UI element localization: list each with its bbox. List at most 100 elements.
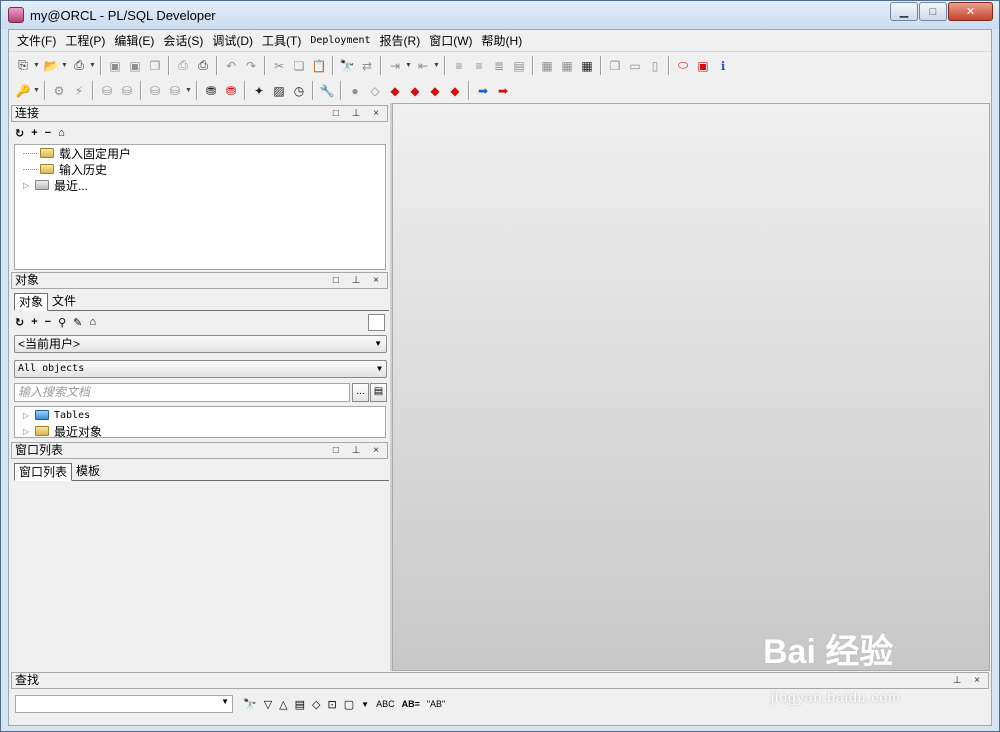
menu-help[interactable]: 帮助(H): [482, 32, 523, 49]
format-icon[interactable]: ≣: [489, 56, 509, 76]
tile-h-icon[interactable]: ▭: [625, 56, 645, 76]
find-icon[interactable]: ⚲: [58, 316, 66, 329]
arrow-right-icon[interactable]: ➡: [473, 81, 493, 101]
case-sensitive-icon[interactable]: ABC: [376, 699, 395, 709]
highlight-icon[interactable]: ▤: [295, 698, 305, 711]
find-next-icon[interactable]: ▽: [264, 698, 272, 711]
object-search-input[interactable]: 输入搜索文档: [14, 383, 350, 402]
eraser-icon[interactable]: ◇: [312, 698, 320, 711]
new-dropdown-icon[interactable]: ▼: [33, 62, 41, 69]
tree-item-recent[interactable]: ▷ 最近...: [15, 177, 385, 193]
tab-window-list[interactable]: 窗口列表: [14, 463, 73, 481]
query3-icon[interactable]: ▦: [577, 56, 597, 76]
oracle-icon[interactable]: ⬭: [673, 56, 693, 76]
object5-icon[interactable]: ◆: [425, 81, 445, 101]
menu-edit[interactable]: 编辑(E): [114, 32, 154, 49]
tree-item-history[interactable]: 输入历史: [15, 161, 385, 177]
menu-debug[interactable]: 调试(D): [212, 32, 253, 49]
db4-icon[interactable]: ⛁: [165, 81, 185, 101]
db-dropdown-icon[interactable]: ▼: [185, 87, 193, 94]
expand-icon[interactable]: ▷: [23, 411, 32, 420]
search-options-icon[interactable]: ▤: [370, 383, 387, 402]
mdi-workspace[interactable]: [392, 103, 990, 671]
key-icon[interactable]: 🔑: [13, 81, 33, 101]
indent-icon[interactable]: ⇥: [385, 56, 405, 76]
query-icon[interactable]: ▦: [537, 56, 557, 76]
open-icon[interactable]: 📂: [41, 56, 61, 76]
title-bar[interactable]: my@ORCL - PL/SQL Developer ▁ □ ✕: [1, 1, 999, 29]
save-icon[interactable]: ▣: [105, 56, 125, 76]
tab-templates[interactable]: 模板: [72, 463, 104, 481]
search-icon[interactable]: 🔭: [243, 698, 257, 711]
whole-word-icon[interactable]: AB=: [402, 699, 420, 709]
print-dropdown-icon[interactable]: ▼: [89, 62, 97, 69]
copy-doc-icon[interactable]: ❐: [145, 56, 165, 76]
object-icon[interactable]: ●: [345, 81, 365, 101]
object6-icon[interactable]: ◆: [445, 81, 465, 101]
query2-icon[interactable]: ▦: [557, 56, 577, 76]
expand-icon[interactable]: ▷: [23, 181, 32, 190]
remove-icon[interactable]: −: [45, 316, 51, 328]
tree-item-recent-objects[interactable]: ▷ 最近对象: [15, 423, 385, 439]
execute-icon[interactable]: ⛃: [201, 81, 221, 101]
undo-icon[interactable]: ↶: [221, 56, 241, 76]
lightning-icon[interactable]: ⚡: [69, 81, 89, 101]
find-panel-controls[interactable]: ⊥ ×: [953, 673, 985, 688]
regex-icon[interactable]: "AB": [427, 699, 445, 709]
info-icon[interactable]: ℹ: [713, 56, 733, 76]
document-dropdown-icon[interactable]: ▼: [361, 700, 369, 709]
home-icon[interactable]: ⌂: [58, 127, 65, 139]
db2-icon[interactable]: ⛁: [117, 81, 137, 101]
find-input[interactable]: ▼: [15, 695, 233, 713]
open-dropdown-icon[interactable]: ▼: [61, 62, 69, 69]
unindent-dropdown-icon[interactable]: ▼: [433, 62, 441, 69]
db-icon[interactable]: ⛁: [97, 81, 117, 101]
close-button[interactable]: ✕: [948, 2, 993, 21]
save-all-icon[interactable]: ▣: [125, 56, 145, 76]
tree-item-fixed-users[interactable]: 载入固定用户: [15, 145, 385, 161]
menu-window[interactable]: 窗口(W): [429, 32, 472, 49]
paste-icon[interactable]: 📋: [309, 56, 329, 76]
object2-icon[interactable]: ◇: [365, 81, 385, 101]
refresh-icon[interactable]: ↻: [15, 127, 24, 140]
refresh-icon[interactable]: ↻: [15, 316, 24, 329]
db3-icon[interactable]: ⛁: [145, 81, 165, 101]
replace-icon[interactable]: ⇄: [357, 56, 377, 76]
clock-icon[interactable]: ◷: [289, 81, 309, 101]
menu-session[interactable]: 会话(S): [163, 32, 203, 49]
print-icon[interactable]: ⎙: [69, 56, 89, 76]
find-icon[interactable]: 🔭: [337, 56, 357, 76]
unindent-icon[interactable]: ⇤: [413, 56, 433, 76]
explain-icon[interactable]: ✦: [249, 81, 269, 101]
document-icon[interactable]: ▢: [344, 698, 354, 711]
menu-tools[interactable]: 工具(T): [262, 32, 301, 49]
wrench-icon[interactable]: 🔧: [317, 81, 337, 101]
redo-icon[interactable]: ↷: [241, 56, 261, 76]
selection-icon[interactable]: ⊡: [328, 698, 337, 711]
arrow-left-icon[interactable]: ➡: [493, 81, 513, 101]
add-icon[interactable]: +: [31, 316, 37, 328]
objects-panel-controls[interactable]: □ ⊥ ×: [333, 273, 384, 288]
remove-icon[interactable]: −: [45, 127, 51, 139]
filter-toggle[interactable]: [368, 314, 385, 331]
object4-icon[interactable]: ◆: [405, 81, 425, 101]
uncomment-icon[interactable]: ≡: [469, 56, 489, 76]
new-icon[interactable]: ⎘: [13, 56, 33, 76]
object-filter-select[interactable]: All objects ▼: [14, 360, 387, 378]
chart-icon[interactable]: ▨: [269, 81, 289, 101]
gear-icon[interactable]: ⚙: [49, 81, 69, 101]
maximize-button[interactable]: □: [919, 2, 947, 21]
edit-icon[interactable]: ✎: [73, 316, 82, 329]
menu-reports[interactable]: 报告(R): [380, 32, 421, 49]
printer-icon[interactable]: ⎙: [173, 56, 193, 76]
comment-icon[interactable]: ≡: [449, 56, 469, 76]
indent-dropdown-icon[interactable]: ▼: [405, 62, 413, 69]
tree-item-tables[interactable]: ▷ Tables: [15, 407, 385, 423]
menu-project[interactable]: 工程(P): [65, 32, 105, 49]
cascade-icon[interactable]: ❐: [605, 56, 625, 76]
commit-icon[interactable]: ⛃: [221, 81, 241, 101]
object3-icon[interactable]: ◆: [385, 81, 405, 101]
connection-panel-controls[interactable]: □ ⊥ ×: [333, 106, 384, 121]
window-list-panel-controls[interactable]: □ ⊥ ×: [333, 443, 384, 458]
find-prev-icon[interactable]: △: [279, 698, 287, 711]
